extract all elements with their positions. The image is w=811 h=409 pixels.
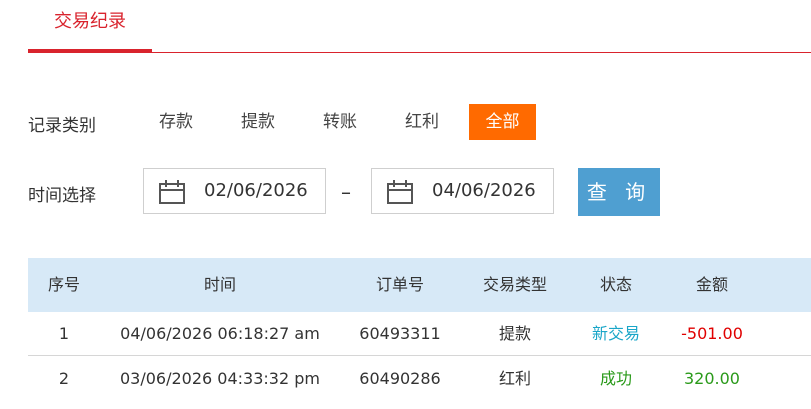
header-order-number: 订单号 [375, 275, 424, 294]
query-button[interactable]: 查 询 [578, 168, 660, 216]
start-date-input[interactable]: 02/06/2026 [143, 168, 326, 214]
row-divider [28, 355, 811, 356]
category-label: 记录类别 [28, 116, 96, 136]
calendar-icon [159, 180, 185, 204]
category-transfer[interactable]: 转账 [314, 104, 366, 140]
category-withdraw[interactable]: 提款 [232, 104, 284, 140]
calendar-icon [387, 180, 413, 204]
header-transaction-type: 交易类型 [482, 275, 547, 294]
row-transaction-type: 提款 [498, 324, 531, 343]
table-header: 序号 时间 订单号 交易类型 状态 金额 [28, 258, 811, 312]
row-index: 2 [58, 369, 70, 388]
end-date-input[interactable]: 04/06/2026 [371, 168, 554, 214]
category-deposit[interactable]: 存款 [150, 104, 202, 140]
category-bonus[interactable]: 红利 [396, 104, 448, 140]
row-order-number: 60490286 [359, 369, 441, 388]
tab-bar: 交易纪录 [28, 0, 811, 53]
header-status: 状态 [599, 275, 632, 294]
table-row: 2 03/06/2026 04:33:32 pm 60490286 红利 成功 … [28, 357, 811, 401]
start-date-value: 02/06/2026 [204, 180, 308, 201]
row-index: 1 [58, 324, 70, 343]
category-all[interactable]: 全部 [469, 104, 536, 140]
time-select-label: 时间选择 [28, 186, 96, 206]
row-status: 新交易 [591, 324, 640, 343]
row-time: 03/06/2026 04:33:32 pm [120, 369, 320, 388]
active-tab-indicator [28, 49, 152, 53]
row-status: 成功 [599, 369, 632, 388]
date-range-separator: – [341, 180, 351, 204]
transaction-records-page: 交易纪录 记录类别 存款 提款 转账 红利 全部 时间选择 02/06/2026… [0, 0, 811, 409]
row-transaction-type: 红利 [498, 369, 531, 388]
header-index: 序号 [47, 275, 80, 294]
tab-label: 交易纪录 [54, 11, 126, 32]
row-amount: -501.00 [681, 324, 743, 343]
tab-transaction-records[interactable]: 交易纪录 [28, 0, 152, 53]
table-row: 1 04/06/2026 06:18:27 am 60493311 提款 新交易… [28, 312, 811, 356]
row-amount: 320.00 [684, 369, 740, 388]
header-time: 时间 [203, 275, 236, 294]
end-date-value: 04/06/2026 [432, 180, 536, 201]
row-time: 04/06/2026 06:18:27 am [120, 324, 320, 343]
header-amount: 金额 [695, 275, 728, 294]
row-order-number: 60493311 [359, 324, 441, 343]
